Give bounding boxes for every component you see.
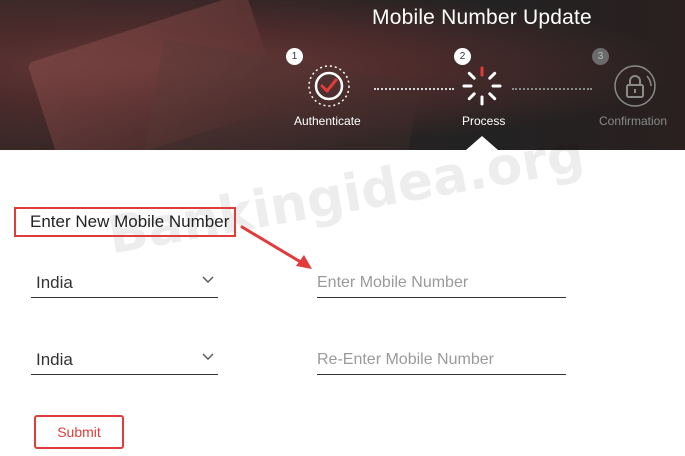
country-select-value: India	[36, 273, 73, 292]
mobile-number-field[interactable]	[317, 270, 566, 298]
step-connector	[512, 88, 592, 90]
active-step-pointer	[466, 136, 498, 150]
spinner-icon	[462, 66, 502, 106]
step-label: Authenticate	[294, 114, 361, 128]
background-image-shadow	[139, 38, 421, 150]
country-select[interactable]: India	[31, 270, 218, 298]
step-label: Process	[462, 114, 506, 128]
check-circle-icon	[308, 65, 350, 107]
reenter-mobile-number-input[interactable]	[317, 347, 566, 373]
step-connector	[374, 88, 454, 90]
chevron-down-icon	[202, 276, 214, 283]
lock-icon	[614, 65, 656, 107]
step-number: 1	[286, 48, 303, 65]
step-label: Confirmation	[599, 114, 668, 128]
chevron-down-icon	[202, 353, 214, 360]
country-select-value: India	[36, 350, 73, 369]
annotation-arrow-icon	[240, 225, 312, 269]
header-banner: Mobile Number Update 1 Authenticate 2 Pr…	[0, 0, 685, 150]
country-select-confirm[interactable]: India	[31, 347, 218, 375]
form-heading: Enter New Mobile Number	[30, 212, 230, 231]
reenter-mobile-number-field[interactable]	[317, 347, 566, 375]
page-title: Mobile Number Update	[372, 6, 592, 29]
mobile-number-input[interactable]	[317, 270, 566, 296]
step-number: 3	[592, 48, 609, 65]
step-number: 2	[454, 48, 471, 65]
submit-button[interactable]: Submit	[34, 415, 124, 449]
